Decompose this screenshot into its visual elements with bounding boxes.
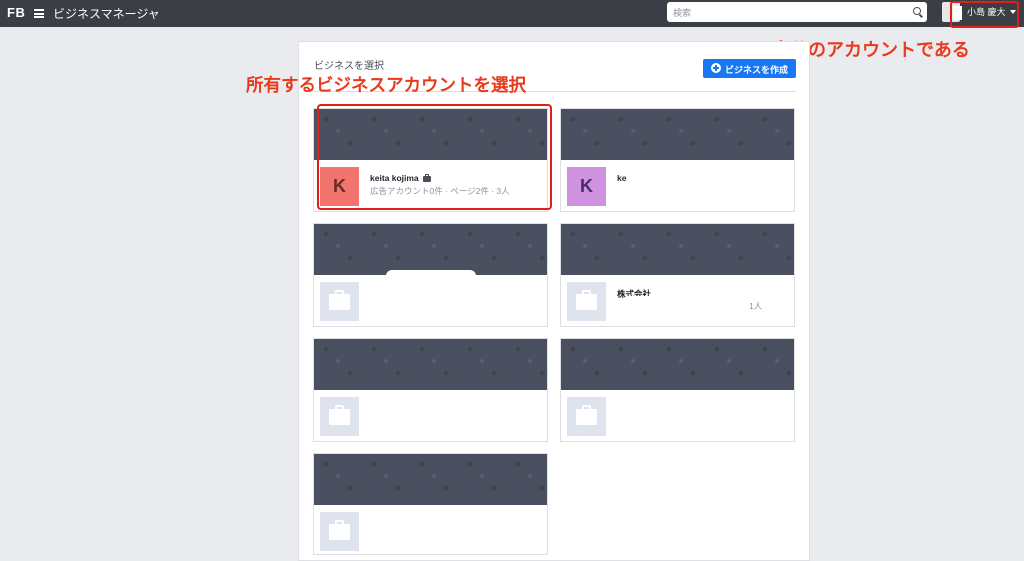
redaction xyxy=(623,296,743,326)
briefcase-icon xyxy=(320,512,359,551)
business-avatar: K xyxy=(567,167,606,206)
card-banner xyxy=(561,339,794,390)
card-banner xyxy=(314,454,547,505)
business-card-5[interactable] xyxy=(313,338,548,442)
business-card-2[interactable]: K ke xyxy=(560,108,795,212)
selection-highlight-box xyxy=(317,104,552,210)
fb-logo[interactable]: FB xyxy=(7,5,25,20)
briefcase-icon xyxy=(320,397,359,436)
plus-icon xyxy=(711,63,721,73)
account-highlight-box xyxy=(950,1,1019,28)
card-banner xyxy=(561,109,794,160)
app-title[interactable]: ビジネスマネージャ xyxy=(53,5,160,22)
search-input[interactable]: 検索 xyxy=(667,2,927,22)
create-business-button[interactable]: ビジネスを作成 xyxy=(703,59,796,78)
briefcase-icon xyxy=(567,397,606,436)
annotation-select-business: 所有するビジネスアカウントを選択 xyxy=(246,76,526,96)
redaction xyxy=(623,181,753,211)
redaction xyxy=(386,270,476,294)
create-business-label: ビジネスを作成 xyxy=(725,65,789,75)
business-card-4[interactable]: 株式会社 1人 xyxy=(560,223,795,327)
card-banner xyxy=(561,224,794,275)
card-banner xyxy=(314,339,547,390)
business-card-6[interactable] xyxy=(560,338,795,442)
redaction xyxy=(623,411,713,441)
business-card-7[interactable] xyxy=(313,453,548,555)
menu-icon[interactable] xyxy=(34,9,44,18)
redaction xyxy=(386,411,496,441)
business-card-3[interactable] xyxy=(313,223,548,327)
briefcase-icon xyxy=(567,282,606,321)
top-bar: FB ビジネスマネージャ 検索 小島 慶大 xyxy=(0,0,1024,27)
search-icon[interactable] xyxy=(913,7,921,15)
business-meta: 1人 xyxy=(749,301,763,311)
card-banner xyxy=(314,224,547,275)
search-placeholder: 検索 xyxy=(673,9,692,19)
briefcase-icon xyxy=(320,282,359,321)
panel-title: ビジネスを選択 xyxy=(314,61,384,72)
